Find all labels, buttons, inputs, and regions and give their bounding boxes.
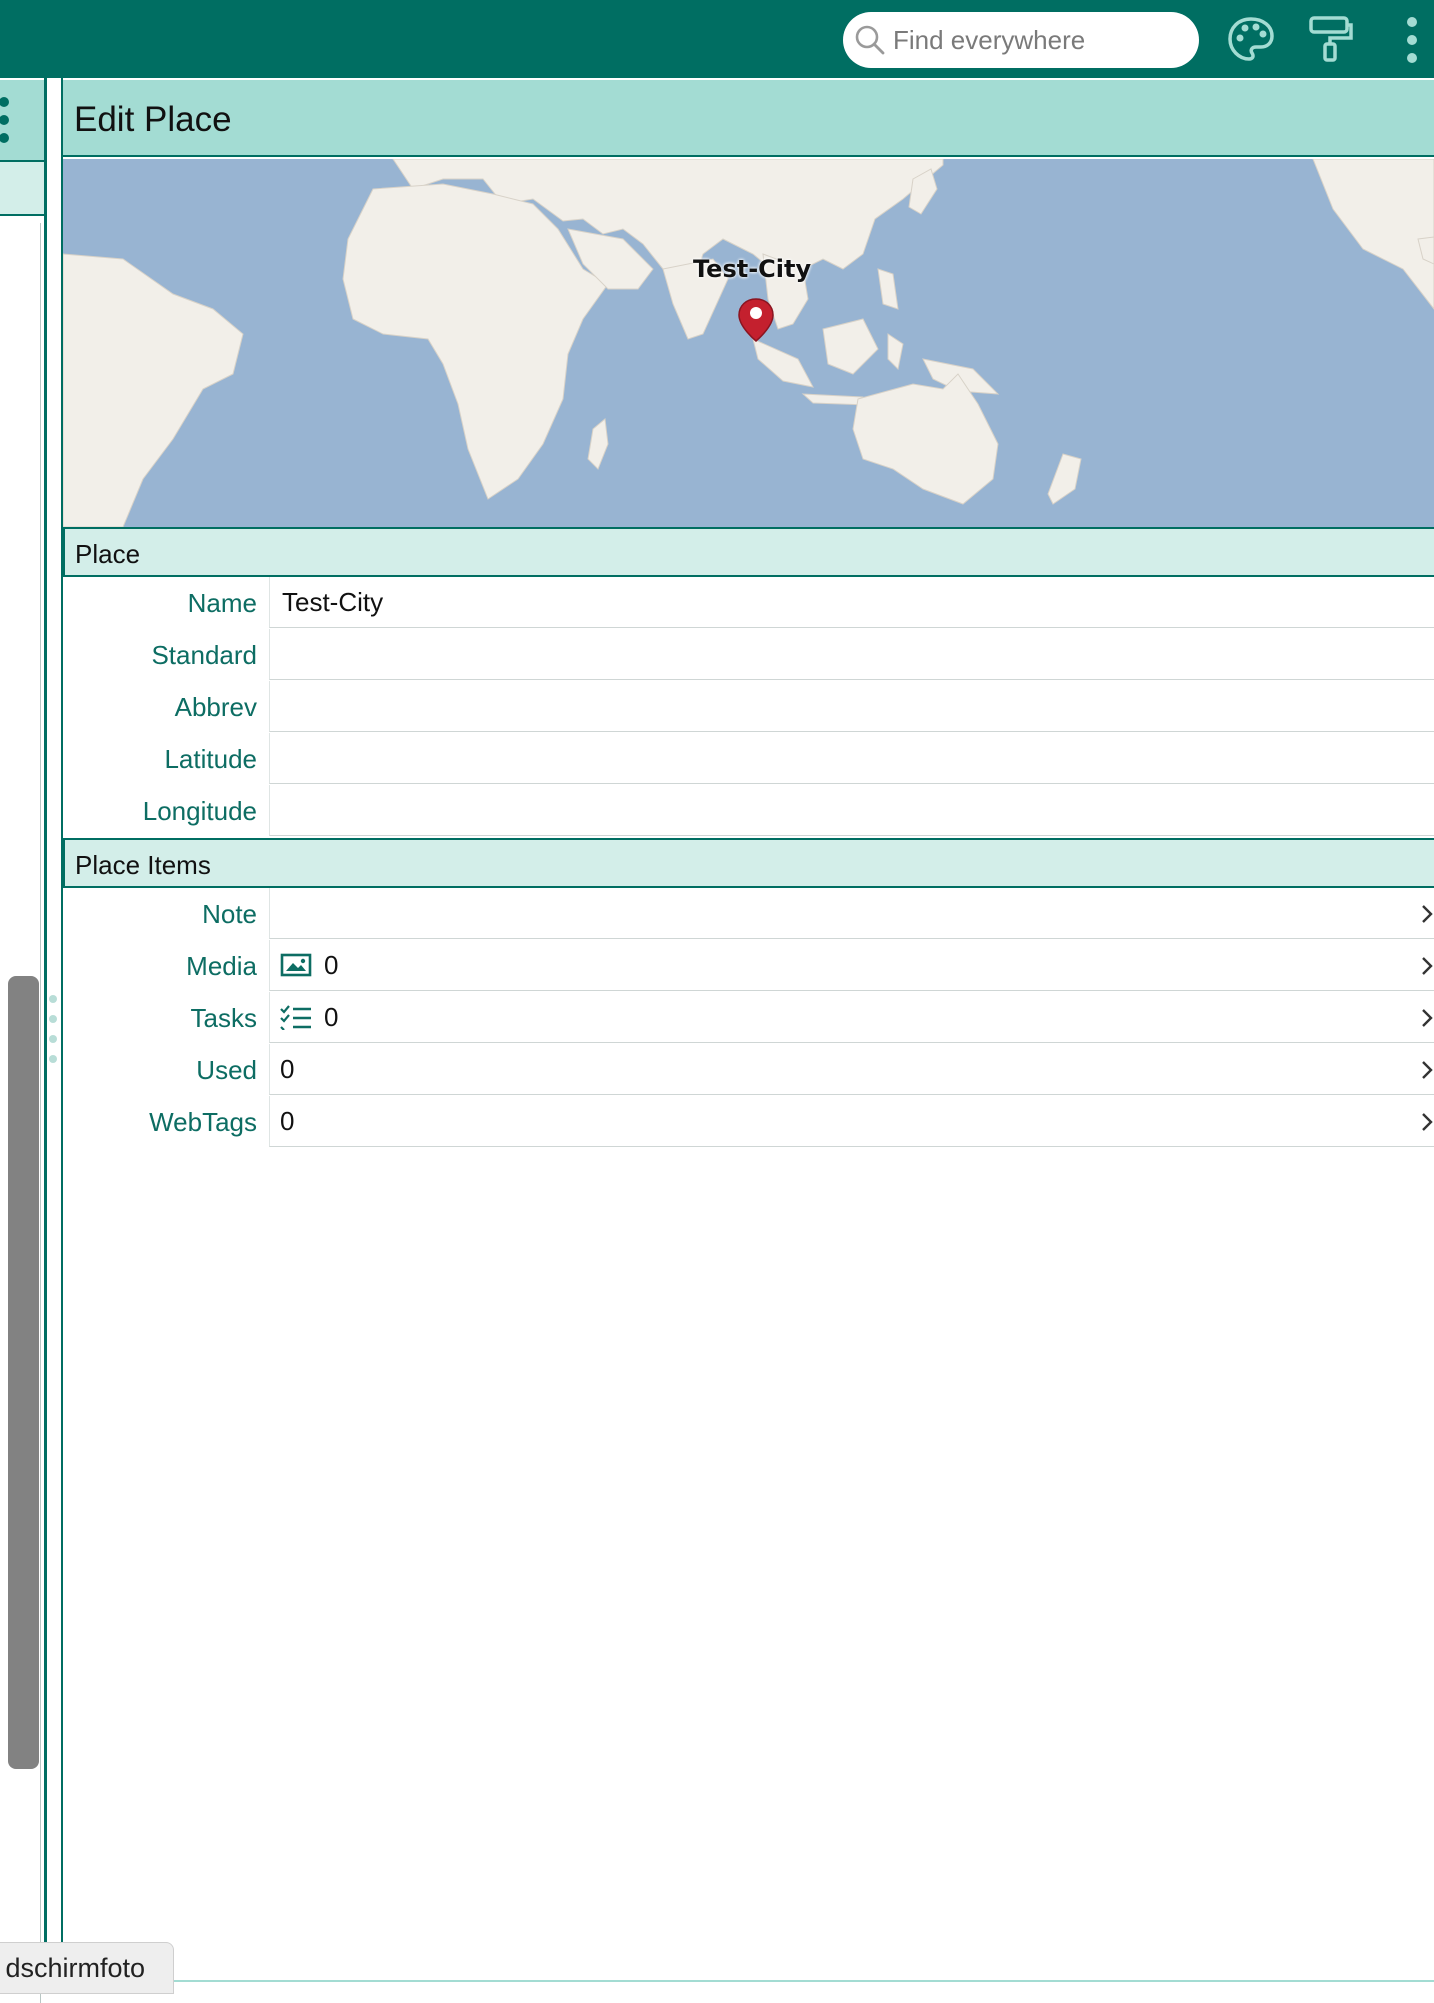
section-place: Place — [63, 527, 1434, 577]
field-row-latitude: Latitude — [63, 733, 1434, 785]
name-field[interactable] — [269, 577, 1434, 628]
item-label: Note — [202, 899, 257, 929]
more-vertical-icon[interactable] — [1398, 14, 1426, 66]
global-search[interactable] — [843, 12, 1199, 68]
chevron-right-icon[interactable] — [1420, 1058, 1434, 1082]
field-row-longitude: Longitude — [63, 785, 1434, 837]
edit-header: Edit Place — [63, 80, 1434, 157]
map-tiles — [63, 159, 1434, 527]
bottom-tab[interactable]: dschirmfoto — [0, 1942, 174, 1994]
note-field[interactable] — [269, 888, 1434, 939]
field-label: Standard — [151, 640, 257, 670]
page-title: Edit Place — [74, 100, 232, 139]
place-map[interactable]: Test-City — [63, 159, 1434, 527]
field-row-standard: Standard — [63, 629, 1434, 681]
item-row-tasks[interactable]: Tasks 0 — [63, 992, 1434, 1044]
splitter-grip — [49, 1015, 57, 1023]
map-marker-label: Test-City — [693, 255, 812, 283]
left-pane — [0, 78, 47, 2003]
checklist-icon — [280, 1004, 312, 1030]
left-pane-subheader — [0, 162, 44, 216]
more-vertical-icon[interactable] — [0, 94, 14, 146]
field-label: Name — [187, 588, 257, 618]
longitude-field[interactable] — [269, 785, 1434, 836]
item-label: Tasks — [190, 1003, 257, 1033]
name-input[interactable] — [280, 585, 1434, 619]
item-value: 0 — [324, 949, 339, 980]
field-label: Abbrev — [174, 692, 257, 722]
pane-splitter[interactable] — [47, 78, 63, 1994]
item-row-note[interactable]: Note — [63, 888, 1434, 940]
edit-place-panel: Edit Place Test-City Place Name Test-Cit… — [63, 78, 1434, 1994]
item-label: WebTags — [149, 1107, 257, 1137]
bottom-tab-label: dschirmfoto — [5, 1953, 145, 1983]
standard-input[interactable] — [280, 637, 1434, 671]
item-value: 0 — [280, 1105, 295, 1136]
chevron-right-icon[interactable] — [1420, 902, 1434, 926]
section-title: Place — [75, 539, 141, 569]
field-label: Longitude — [142, 796, 257, 826]
item-row-media[interactable]: Media 0 — [63, 940, 1434, 992]
standard-field[interactable] — [269, 629, 1434, 680]
paint-roller-icon[interactable] — [1306, 14, 1356, 64]
chevron-right-icon[interactable] — [1420, 954, 1434, 978]
chevron-right-icon[interactable] — [1420, 1110, 1434, 1134]
item-label: Media — [186, 951, 257, 981]
item-row-webtags[interactable]: WebTags 0 — [63, 1096, 1434, 1148]
palette-icon[interactable] — [1226, 14, 1276, 64]
section-place-items: Place Items — [63, 838, 1434, 888]
left-pane-scrollbar[interactable] — [8, 976, 39, 1769]
field-row-name: Name — [63, 577, 1434, 629]
item-value: 0 — [324, 1001, 339, 1032]
splitter-grip — [49, 1035, 57, 1043]
section-title: Place Items — [75, 850, 211, 880]
splitter-grip — [49, 995, 57, 1003]
latitude-input[interactable] — [280, 741, 1434, 775]
splitter-grip — [49, 1055, 57, 1063]
bottom-divider — [174, 1980, 1434, 1982]
abbrev-input[interactable] — [280, 689, 1434, 723]
latitude-field[interactable] — [269, 733, 1434, 784]
search-input[interactable] — [891, 23, 1185, 57]
item-label: Used — [196, 1055, 257, 1085]
top-toolbar — [0, 0, 1434, 78]
media-field[interactable]: 0 — [269, 940, 1434, 991]
field-label: Latitude — [164, 744, 257, 774]
search-icon — [855, 25, 885, 55]
chevron-right-icon[interactable] — [1420, 1006, 1434, 1030]
tasks-field[interactable]: 0 — [269, 992, 1434, 1043]
webtags-field[interactable]: 0 — [269, 1096, 1434, 1147]
field-row-abbrev: Abbrev — [63, 681, 1434, 733]
longitude-input[interactable] — [280, 793, 1434, 827]
image-icon — [280, 953, 312, 977]
left-pane-header — [0, 80, 44, 162]
used-field[interactable]: 0 — [269, 1044, 1434, 1095]
abbrev-field[interactable] — [269, 681, 1434, 732]
item-value: 0 — [280, 1053, 295, 1084]
item-row-used[interactable]: Used 0 — [63, 1044, 1434, 1096]
